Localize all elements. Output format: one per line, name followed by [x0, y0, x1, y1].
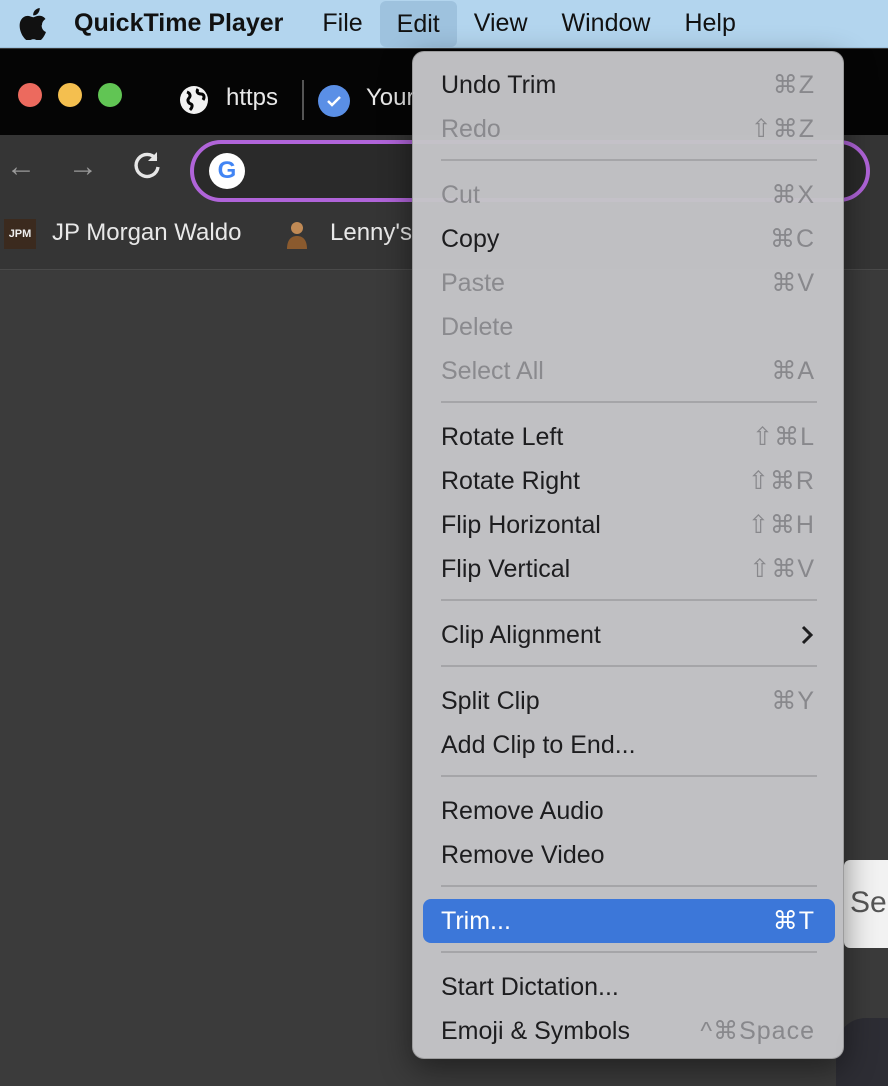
menu-item-shortcut: ⇧⌘V — [749, 555, 815, 583]
menu-bar: QuickTime Player File Edit View Window H… — [0, 0, 888, 48]
search-box[interactable]: Sea — [844, 860, 888, 948]
menu-item-shortcut: ⇧⌘L — [752, 423, 815, 451]
menu-item-label: Rotate Right — [441, 466, 580, 495]
menu-window[interactable]: Window — [545, 0, 668, 48]
menu-item-label: Select All — [441, 356, 544, 385]
menu-item-shortcut: ⌘X — [771, 181, 815, 209]
menu-separator — [441, 775, 817, 777]
menu-item-shortcut: ⇧⌘Z — [750, 115, 815, 143]
menu-item-shortcut: ^⌘Space — [700, 1017, 815, 1045]
menu-item-label: Flip Horizontal — [441, 510, 601, 539]
edit-menu: Undo Trim ⌘Z Redo ⇧⌘Z Cut ⌘X Copy ⌘C Pas… — [412, 51, 844, 1059]
menu-item-select-all: Select All ⌘A — [423, 349, 835, 393]
menu-help[interactable]: Help — [667, 0, 752, 48]
menu-separator — [441, 951, 817, 953]
menu-item-label: Redo — [441, 114, 501, 143]
menu-item-label: Start Dictation... — [441, 972, 619, 1001]
reload-icon[interactable] — [132, 150, 162, 188]
bookmark-lennys[interactable]: Lenny's — [330, 219, 412, 247]
menu-item-label: Paste — [441, 268, 505, 297]
menu-item-trim[interactable]: Trim... ⌘T — [423, 899, 835, 943]
lenny-bookmark-icon — [284, 219, 310, 249]
menu-item-label: Flip Vertical — [441, 554, 571, 583]
menu-separator — [441, 599, 817, 601]
menu-item-label: Trim... — [441, 906, 511, 935]
menu-item-clip-alignment[interactable]: Clip Alignment — [423, 613, 835, 657]
menu-separator — [441, 159, 817, 161]
menu-item-undo-trim[interactable]: Undo Trim ⌘Z — [423, 63, 835, 107]
menu-item-shortcut: ⌘T — [772, 907, 815, 935]
menu-item-label: Remove Audio — [441, 796, 604, 825]
menu-item-remove-audio[interactable]: Remove Audio — [423, 789, 835, 833]
menu-item-start-dictation[interactable]: Start Dictation... — [423, 965, 835, 1009]
menu-item-shortcut: ⌘C — [769, 225, 815, 253]
menu-item-shortcut: ⌘V — [771, 269, 815, 297]
menu-item-rotate-left[interactable]: Rotate Left ⇧⌘L — [423, 415, 835, 459]
menu-item-shortcut: ⌘Z — [772, 71, 815, 99]
menu-item-label: Emoji & Symbols — [441, 1016, 630, 1045]
menu-item-shortcut: ⇧⌘H — [747, 511, 815, 539]
menu-separator — [441, 885, 817, 887]
menu-item-rotate-right[interactable]: Rotate Right ⇧⌘R — [423, 459, 835, 503]
tab-separator — [302, 80, 304, 120]
jpm-bookmark-icon: JPM — [4, 219, 36, 249]
verified-check-icon — [318, 85, 350, 117]
menu-item-flip-horizontal[interactable]: Flip Horizontal ⇧⌘H — [423, 503, 835, 547]
bookmark-jp-morgan-waldo[interactable]: JP Morgan Waldo — [52, 219, 241, 247]
menu-item-label: Delete — [441, 312, 514, 341]
menu-item-label: Rotate Left — [441, 422, 564, 451]
menu-item-flip-vertical[interactable]: Flip Vertical ⇧⌘V — [423, 547, 835, 591]
apple-icon[interactable] — [0, 0, 66, 48]
globe-icon — [178, 84, 210, 121]
menu-item-cut: Cut ⌘X — [423, 173, 835, 217]
menu-separator — [441, 665, 817, 667]
menu-item-label: Add Clip to End... — [441, 730, 636, 759]
chevron-right-icon — [801, 625, 814, 645]
menu-item-label: Clip Alignment — [441, 620, 601, 649]
google-icon: G — [209, 153, 245, 189]
menu-item-label: Copy — [441, 224, 500, 253]
tab-your[interactable]: Your — [366, 84, 415, 112]
menu-item-paste: Paste ⌘V — [423, 261, 835, 305]
menu-item-label: Undo Trim — [441, 70, 557, 99]
menu-item-remove-video[interactable]: Remove Video — [423, 833, 835, 877]
menu-item-shortcut: ⌘A — [771, 357, 815, 385]
back-arrow-icon[interactable]: ← — [6, 150, 36, 184]
close-window-button[interactable] — [18, 83, 42, 107]
menu-item-label: Cut — [441, 180, 480, 209]
menu-item-copy[interactable]: Copy ⌘C — [423, 217, 835, 261]
menu-view[interactable]: View — [457, 0, 545, 48]
menu-item-delete: Delete — [423, 305, 835, 349]
menu-item-shortcut: ⌘Y — [771, 687, 815, 715]
menu-edit[interactable]: Edit — [379, 1, 457, 47]
menu-item-label: Remove Video — [441, 840, 605, 869]
menu-item-emoji-symbols[interactable]: Emoji & Symbols ^⌘Space — [423, 1009, 835, 1053]
forward-arrow-icon[interactable]: → — [68, 150, 98, 184]
zoom-window-button[interactable] — [98, 83, 122, 107]
menu-file[interactable]: File — [305, 0, 379, 48]
menu-item-label: Split Clip — [441, 686, 540, 715]
menu-item-split-clip[interactable]: Split Clip ⌘Y — [423, 679, 835, 723]
menu-separator — [441, 401, 817, 403]
menu-item-add-clip-to-end[interactable]: Add Clip to End... — [423, 723, 835, 767]
menu-app-name[interactable]: QuickTime Player — [66, 0, 305, 48]
minimize-window-button[interactable] — [58, 83, 82, 107]
menu-item-redo: Redo ⇧⌘Z — [423, 107, 835, 151]
menu-item-shortcut: ⇧⌘R — [747, 467, 815, 495]
tab-https[interactable]: https — [226, 84, 278, 112]
